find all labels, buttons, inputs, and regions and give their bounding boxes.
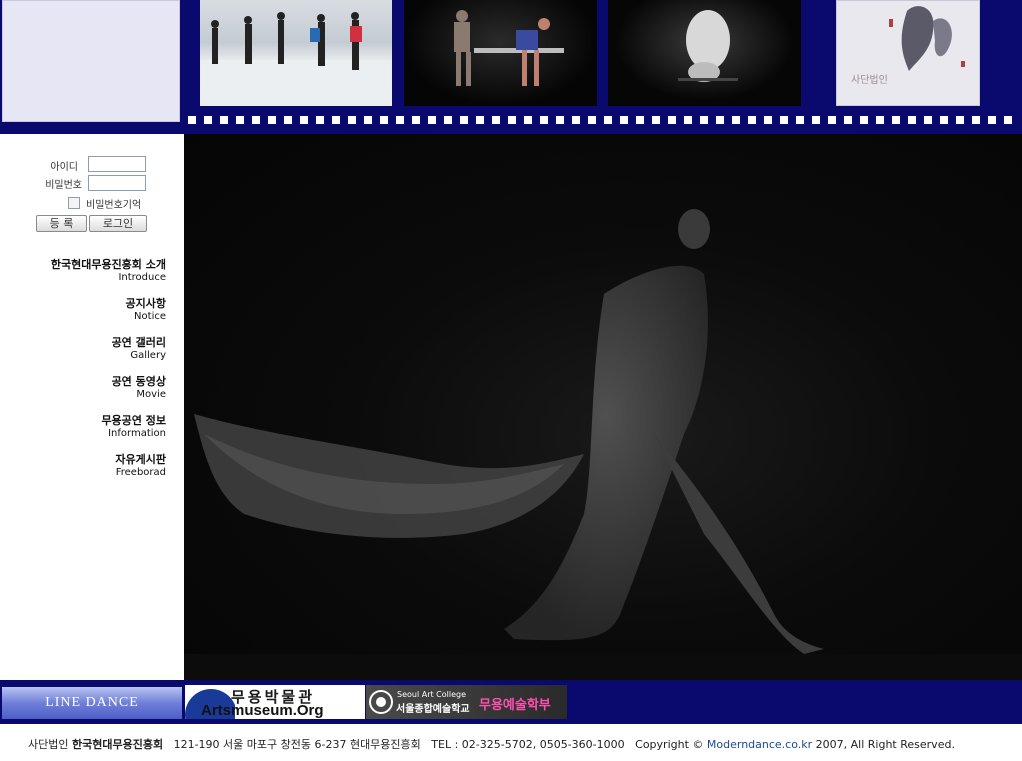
menu-item-movie[interactable]: 공연 동영상 Movie [6,375,166,401]
footer: 사단법인 한국현대무용진흥회 121-190 서울 마포구 창전동 6-237 … [0,724,1022,761]
menu-label-ko: 자유게시판 [115,453,166,466]
menu-label-en: Movie [136,389,166,400]
menu-label-en: Introduce [118,272,166,283]
menu-label-ko: 한국현대무용진흥회 소개 [50,258,166,271]
menu-item-introduce[interactable]: 한국현대무용진흥회 소개 Introduce [6,258,166,284]
banner-seoul-art-college[interactable]: Seoul Art College 서울종합예술학교 무용예술학부 [366,685,567,719]
logo-area[interactable] [2,0,180,122]
password-input[interactable] [88,175,146,191]
header-photo-rehearsal [200,0,392,106]
seoul-art-department: 무용예술학부 [479,698,551,713]
ink-painting-caption: 사단법인 [851,75,888,86]
menu-item-freeboard[interactable]: 자유게시판 Freeborad [6,453,166,479]
menu-label-ko: 공지사항 [125,297,166,310]
footer-rights: 2007, All Right Reserved. [815,738,955,751]
menu-item-information[interactable]: 무용공연 정보 Information [6,414,166,440]
seoul-art-emblem-icon [369,690,393,714]
seoul-art-ko: 서울종합예술학교 [396,704,470,715]
main-dance-photo [184,134,1022,680]
header-photo-duet [404,0,597,106]
footer-tel: TEL : 02-325-5702, 0505-360-1000 [431,738,625,751]
id-input[interactable] [88,156,146,172]
footer-org-prefix: 사단법인 [28,738,69,751]
footer-site-link[interactable]: Moderndance.co.kr [707,738,812,751]
film-sprockets [188,116,1022,124]
remember-checkbox[interactable] [68,197,80,209]
password-label: 비밀번호 [45,180,82,191]
id-label: 아이디 [50,162,78,173]
banner-artsmuseum[interactable]: 무용박물관 Artsmuseum.Org [185,685,365,719]
footer-org-name: 한국현대무용진흥회 [71,738,164,751]
footer-copyright: Copyright © [635,738,704,751]
login-button[interactable]: 로그인 [89,215,147,232]
menu-label-en: Gallery [130,350,166,361]
menu-label-ko: 공연 갤러리 [111,336,166,349]
seoul-art-en: Seoul Art College [397,690,467,699]
menu-label-ko: 무용공연 정보 [101,414,166,427]
menu-label-en: Information [108,428,166,439]
menu-item-gallery[interactable]: 공연 갤러리 Gallery [6,336,166,362]
menu-item-notice[interactable]: 공지사항 Notice [6,297,166,323]
menu-label-ko: 공연 동영상 [111,375,166,388]
menu-label-en: Notice [134,311,166,322]
footer-address: 121-190 서울 마포구 창전동 6-237 현대무용진흥회 [173,738,421,751]
artsmuseum-url: Artsmuseum.Org [201,702,324,719]
menu-label-en: Freeborad [115,467,166,478]
header-photo-solo [608,0,801,106]
remember-label: 비밀번호기억 [86,200,142,211]
banner-line-dance[interactable]: LINE DANCE [2,687,182,719]
register-button[interactable]: 등 록 [36,215,87,232]
footer-info: 사단법인 한국현대무용진흥회 121-190 서울 마포구 창전동 6-237 … [28,736,955,752]
header-ink-painting: 사단법인 [836,0,980,106]
